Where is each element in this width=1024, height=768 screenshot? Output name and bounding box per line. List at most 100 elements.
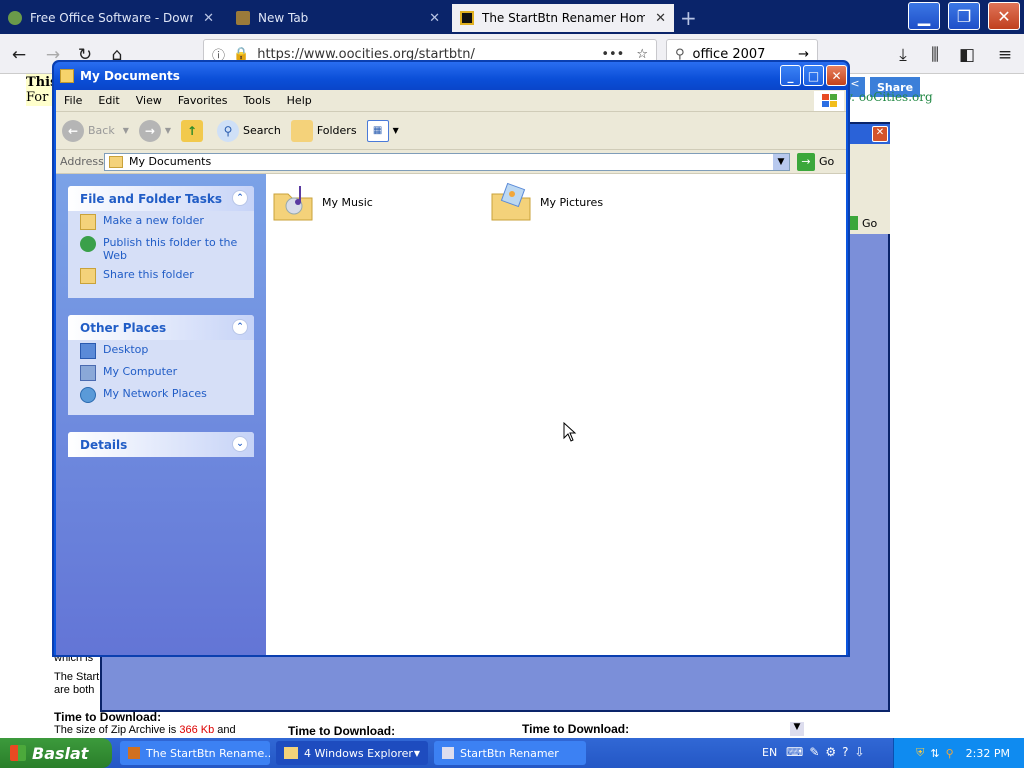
options-icon[interactable]: ⇩ (855, 745, 865, 759)
back-button[interactable]: ← Back ▼ (62, 119, 129, 142)
music-folder-icon (272, 180, 316, 224)
pen-icon[interactable]: ✎ (809, 745, 819, 759)
download-icon[interactable]: ⤓ (890, 42, 916, 68)
file-folder-tasks-header[interactable]: File and Folder Tasks ⌃ (68, 186, 254, 211)
taskbar-item-browser[interactable]: The StartBtn Rename... (120, 741, 270, 765)
folder-my-pictures[interactable]: My Pictures (490, 180, 603, 224)
new-tab-button[interactable]: + (680, 6, 697, 30)
close-button[interactable]: ✕ (826, 65, 847, 86)
bg-go-button[interactable]: Go (848, 214, 890, 232)
mouse-cursor-icon (563, 421, 577, 445)
up-folder-button[interactable]: ↑ (181, 119, 207, 142)
folder-my-music[interactable]: My Music (272, 180, 373, 224)
address-bar: Address My Documents ▼ → Go (56, 150, 846, 174)
bg-close-icon[interactable]: ✕ (872, 126, 888, 142)
collapse-chevron-icon[interactable]: ⌃ (232, 319, 248, 335)
close-tab-icon[interactable]: ✕ (203, 11, 214, 26)
menu-icon[interactable]: ≡ (992, 42, 1018, 68)
menu-help[interactable]: Help (279, 94, 320, 107)
browser-tab-startbtn[interactable]: The StartBtn Renamer Home Page ✕ (452, 4, 674, 32)
menu-file[interactable]: File (56, 94, 90, 107)
other-places-panel: Other Places ⌃ Desktop My Computer My Ne… (68, 315, 254, 415)
views-button[interactable]: ▦ ▼ (366, 119, 399, 142)
menu-favorites[interactable]: Favorites (170, 94, 236, 107)
address-dropdown-icon[interactable]: ▼ (773, 153, 789, 170)
tab-title: New Tab (258, 11, 309, 25)
menu-view[interactable]: View (128, 94, 170, 107)
windows-flag-icon (10, 745, 26, 761)
window-title: My Documents (80, 69, 180, 83)
quick-tray: ⌨ ✎ ⚙ ? ⇩ (786, 745, 865, 759)
tools-icon[interactable]: ⚙ (825, 745, 836, 759)
place-my-computer[interactable]: My Computer (68, 362, 254, 384)
taskbar-item-renamer[interactable]: StartBtn Renamer (434, 741, 586, 765)
background-window-edge: ✕ Go (848, 124, 890, 234)
details-header[interactable]: Details ⌄ (68, 432, 254, 457)
pictures-folder-icon (490, 180, 534, 224)
help-icon[interactable]: ? (842, 745, 848, 759)
maximize-button[interactable]: □ (803, 65, 824, 86)
place-network[interactable]: My Network Places (68, 384, 254, 406)
task-make-new-folder[interactable]: Make a new folder (68, 211, 254, 233)
folders-button[interactable]: Folders (290, 119, 357, 142)
system-tray: ⛨ ⇅ ⚲ 2:32 PM (893, 738, 1024, 768)
file-view: My Music My Pictures (266, 174, 846, 655)
tab-title: The StartBtn Renamer Home Page (482, 11, 646, 25)
computer-icon (80, 365, 96, 381)
security-shield-icon[interactable]: ⛨ (916, 746, 924, 760)
taskbar-item-explorer[interactable]: 4 Windows Explorer ▼ (276, 741, 428, 765)
network-icon[interactable]: ⇅ (930, 747, 939, 760)
address-field[interactable]: My Documents (104, 152, 790, 171)
back-dropdown-icon[interactable]: ▼ (123, 126, 129, 135)
language-indicator[interactable]: EN (762, 746, 777, 759)
task-share-folder[interactable]: Share this folder (68, 265, 254, 287)
other-places-header[interactable]: Other Places ⌃ (68, 315, 254, 340)
keyboard-icon[interactable]: ⌨ (786, 745, 803, 759)
search-icon: ⚲ (217, 119, 240, 142)
menu-edit[interactable]: Edit (90, 94, 127, 107)
forward-button[interactable]: → ▼ (138, 119, 171, 142)
collapse-chevron-icon[interactable]: ⌃ (232, 190, 248, 206)
menu-tools[interactable]: Tools (236, 94, 279, 107)
window-title-bar[interactable]: My Documents (54, 62, 848, 90)
forward-arrow-icon: → (138, 119, 161, 142)
file-folder-tasks-panel: File and Folder Tasks ⌃ Make a new folde… (68, 186, 254, 298)
expand-chevron-icon[interactable]: ⌄ (232, 436, 248, 452)
my-documents-window: My Documents _ □ ✕ File Edit View Favori… (52, 60, 850, 657)
forward-dropdown-icon[interactable]: ▼ (165, 126, 171, 135)
place-desktop[interactable]: Desktop (68, 340, 254, 362)
menu-bar: File Edit View Favorites Tools Help (56, 90, 846, 112)
minimize-button[interactable]: _ (780, 65, 801, 86)
browser-close-button[interactable]: ✕ (988, 2, 1020, 30)
side-text-block: which is The Start are both (54, 652, 100, 696)
folder-icon (60, 69, 74, 83)
browser-tab-newtab[interactable]: New Tab ✕ (228, 4, 448, 32)
address-value: My Documents (129, 155, 212, 168)
search-button[interactable]: ⚲ Search (217, 119, 281, 142)
go-button[interactable]: → Go (797, 152, 834, 171)
close-tab-icon[interactable]: ✕ (429, 11, 440, 26)
back-arrow-icon[interactable]: ← (6, 42, 32, 68)
browser-minimize-button[interactable]: ▁ (908, 2, 940, 30)
new-folder-icon (80, 214, 96, 230)
clock[interactable]: 2:32 PM (966, 747, 1010, 760)
start-button[interactable]: Baslat (0, 738, 112, 768)
views-dropdown-icon: ▼ (392, 126, 399, 135)
app-icon (442, 747, 454, 759)
sidebar-icon[interactable]: ◧ (954, 42, 980, 68)
browser-restore-button[interactable]: ❐ (948, 2, 980, 30)
library-icon[interactable]: ⫼ (922, 42, 948, 68)
task-publish-to-web[interactable]: Publish this folder to the Web (68, 233, 254, 265)
taskbar: Baslat The StartBtn Rename... 4 Windows … (0, 738, 1024, 768)
scroll-down-icon[interactable]: ▼ (790, 722, 804, 736)
search-tray-icon[interactable]: ⚲ (946, 747, 954, 760)
folder-icon (109, 155, 123, 168)
download-col-2-title: Time to Download: (288, 724, 396, 738)
desktop-icon (80, 343, 96, 359)
browser-tab-office[interactable]: Free Office Software - Download ✕ (0, 4, 222, 32)
globe-icon (80, 236, 96, 252)
back-arrow-icon: ← (62, 119, 84, 142)
up-folder-icon: ↑ (181, 119, 204, 142)
close-tab-icon[interactable]: ✕ (655, 11, 666, 26)
newtab-icon (236, 11, 250, 25)
